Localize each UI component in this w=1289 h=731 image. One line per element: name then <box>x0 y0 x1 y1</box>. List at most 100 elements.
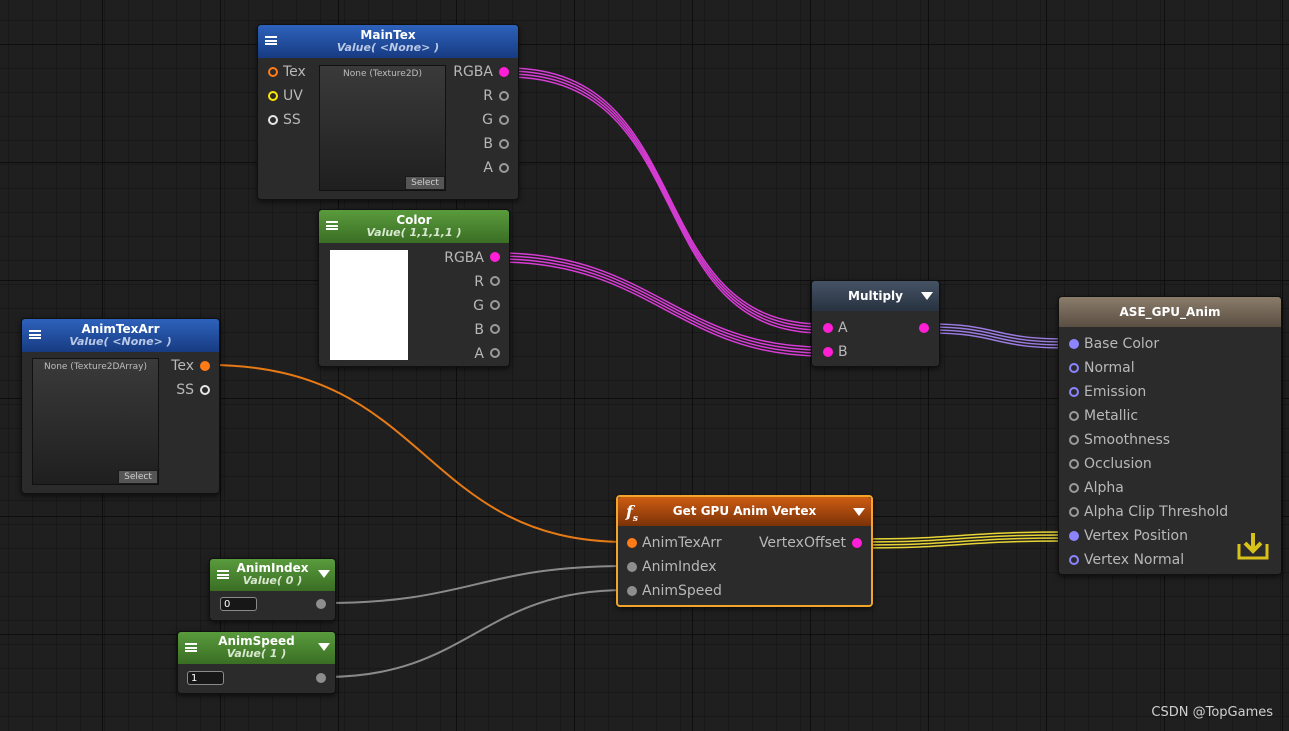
color-g-label: G <box>473 298 484 314</box>
getgpu-animtexarr-port[interactable] <box>627 538 637 548</box>
emission-port[interactable] <box>1069 387 1079 397</box>
maintex-uv-port[interactable] <box>268 91 278 101</box>
maintex-a-port[interactable] <box>499 163 509 173</box>
maintex-title: MainTex <box>360 28 416 42</box>
color-subtitle: Value( 1,1,1,1 ) <box>366 226 462 239</box>
chevron-down-icon[interactable] <box>853 508 865 516</box>
maintex-b-label: B <box>483 136 493 152</box>
chevron-down-icon[interactable] <box>921 292 933 300</box>
getgpu-title: Get GPU Anim Vertex <box>672 504 817 518</box>
alpha-clip-threshold-port[interactable] <box>1069 507 1079 517</box>
getgpu-animtexarr-label: AnimTexArr <box>642 535 722 551</box>
base-color-label: Base Color <box>1084 336 1160 352</box>
maintex-tex-port[interactable] <box>268 67 278 77</box>
color-r-label: R <box>474 274 484 290</box>
animtexarr-ss-port[interactable] <box>200 385 210 395</box>
animspeed-header[interactable]: AnimSpeed Value( 1 ) <box>178 632 335 664</box>
maintex-ss-port[interactable] <box>268 115 278 125</box>
getgpu-vertexoffset-port[interactable] <box>852 538 862 548</box>
wire-animspeed-to-getgpu <box>324 589 627 678</box>
occlusion-port[interactable] <box>1069 459 1079 469</box>
multiply-a-port[interactable] <box>823 323 833 333</box>
animtexarr-tex-port[interactable] <box>200 361 210 371</box>
animspeed-title: AnimSpeed <box>218 634 295 648</box>
color-a-port[interactable] <box>490 348 500 358</box>
maintex-preview-text: None (Texture2D) <box>343 69 422 79</box>
wire-getgpu-to-vertex-position <box>860 531 1069 549</box>
occlusion-label: Occlusion <box>1084 456 1152 472</box>
color-node[interactable]: Color Value( 1,1,1,1 ) RGBA R G B A <box>318 209 510 367</box>
animtexarr-select-button[interactable]: Select <box>118 470 158 484</box>
color-swatch[interactable] <box>330 250 408 360</box>
color-header[interactable]: Color Value( 1,1,1,1 ) <box>319 210 509 243</box>
chevron-down-icon[interactable] <box>318 570 330 578</box>
wire-color-to-multiply-b <box>498 252 823 357</box>
menu-icon[interactable] <box>217 570 229 579</box>
color-g-port[interactable] <box>490 300 500 310</box>
animtexarr-node[interactable]: AnimTexArr Value( <None> ) None (Texture… <box>21 318 220 494</box>
output-title: ASE_GPU_Anim <box>1119 305 1221 319</box>
color-rgba-label: RGBA <box>444 250 484 266</box>
menu-icon[interactable] <box>29 330 41 339</box>
metallic-label: Metallic <box>1084 408 1139 424</box>
animindex-node[interactable]: AnimIndex Value( 0 ) 0 <box>209 558 336 621</box>
animtexarr-tex-label: Tex <box>171 358 194 374</box>
maintex-g-port[interactable] <box>499 115 509 125</box>
maintex-rgba-port[interactable] <box>499 67 509 77</box>
getgpu-animspeed-label: AnimSpeed <box>642 583 722 599</box>
animindex-header[interactable]: AnimIndex Value( 0 ) <box>210 559 335 591</box>
maintex-subtitle: Value( <None> ) <box>336 41 440 54</box>
chevron-down-icon[interactable] <box>318 643 330 651</box>
menu-icon[interactable] <box>326 221 338 230</box>
menu-icon[interactable] <box>185 643 197 652</box>
vertex-position-label: Vertex Position <box>1084 528 1188 544</box>
maintex-ss-label: SS <box>283 112 301 128</box>
wire-animindex-to-getgpu <box>324 565 627 604</box>
metallic-port[interactable] <box>1069 411 1079 421</box>
animspeed-node[interactable]: AnimSpeed Value( 1 ) 1 <box>177 631 336 694</box>
multiply-b-port[interactable] <box>823 347 833 357</box>
maintex-select-button[interactable]: Select <box>405 176 445 190</box>
maintex-b-port[interactable] <box>499 139 509 149</box>
multiply-header[interactable]: Multiply <box>812 281 939 311</box>
maintex-preview: None (Texture2D) Select <box>319 65 446 191</box>
alpha-label: Alpha <box>1084 480 1124 496</box>
animindex-output-port[interactable] <box>316 599 326 609</box>
animspeed-value-field[interactable]: 1 <box>187 671 224 685</box>
multiply-title: Multiply <box>848 289 903 303</box>
smoothness-port[interactable] <box>1069 435 1079 445</box>
multiply-node[interactable]: Multiply A B <box>811 280 940 367</box>
get-gpu-anim-vertex-node[interactable]: fs Get GPU Anim Vertex AnimTexArr AnimIn… <box>616 495 873 607</box>
animspeed-subtitle: Value( 1 ) <box>226 647 287 660</box>
download-icon[interactable] <box>1236 530 1270 562</box>
color-b-port[interactable] <box>490 324 500 334</box>
animtexarr-header[interactable]: AnimTexArr Value( <None> ) <box>22 319 219 352</box>
color-rgba-port[interactable] <box>490 252 500 262</box>
maintex-g-label: G <box>482 112 493 128</box>
multiply-output-port[interactable] <box>919 323 929 333</box>
vertex-normal-label: Vertex Normal <box>1084 552 1185 568</box>
animtexarr-subtitle: Value( <None> ) <box>69 335 172 348</box>
getgpu-header[interactable]: fs Get GPU Anim Vertex <box>618 497 871 526</box>
getgpu-animindex-port[interactable] <box>627 562 637 572</box>
color-r-port[interactable] <box>490 276 500 286</box>
color-a-label: A <box>474 346 484 362</box>
normal-port[interactable] <box>1069 363 1079 373</box>
base-color-port[interactable] <box>1069 339 1079 349</box>
maintex-node[interactable]: MainTex Value( <None> ) Tex UV SS None (… <box>257 24 519 200</box>
maintex-header[interactable]: MainTex Value( <None> ) <box>258 25 518 58</box>
output-header[interactable]: ASE_GPU_Anim <box>1059 297 1281 327</box>
animindex-value-field[interactable]: 0 <box>220 597 257 611</box>
maintex-uv-label: UV <box>283 88 303 104</box>
color-title: Color <box>396 213 432 227</box>
alpha-port[interactable] <box>1069 483 1079 493</box>
smoothness-label: Smoothness <box>1084 432 1171 448</box>
getgpu-animspeed-port[interactable] <box>627 586 637 596</box>
multiply-b-label: B <box>838 344 848 360</box>
menu-icon[interactable] <box>265 36 277 45</box>
vertex-normal-port[interactable] <box>1069 555 1079 565</box>
animspeed-output-port[interactable] <box>316 673 326 683</box>
maintex-r-port[interactable] <box>499 91 509 101</box>
vertex-position-port[interactable] <box>1069 531 1079 541</box>
animtexarr-ss-label: SS <box>176 382 194 398</box>
